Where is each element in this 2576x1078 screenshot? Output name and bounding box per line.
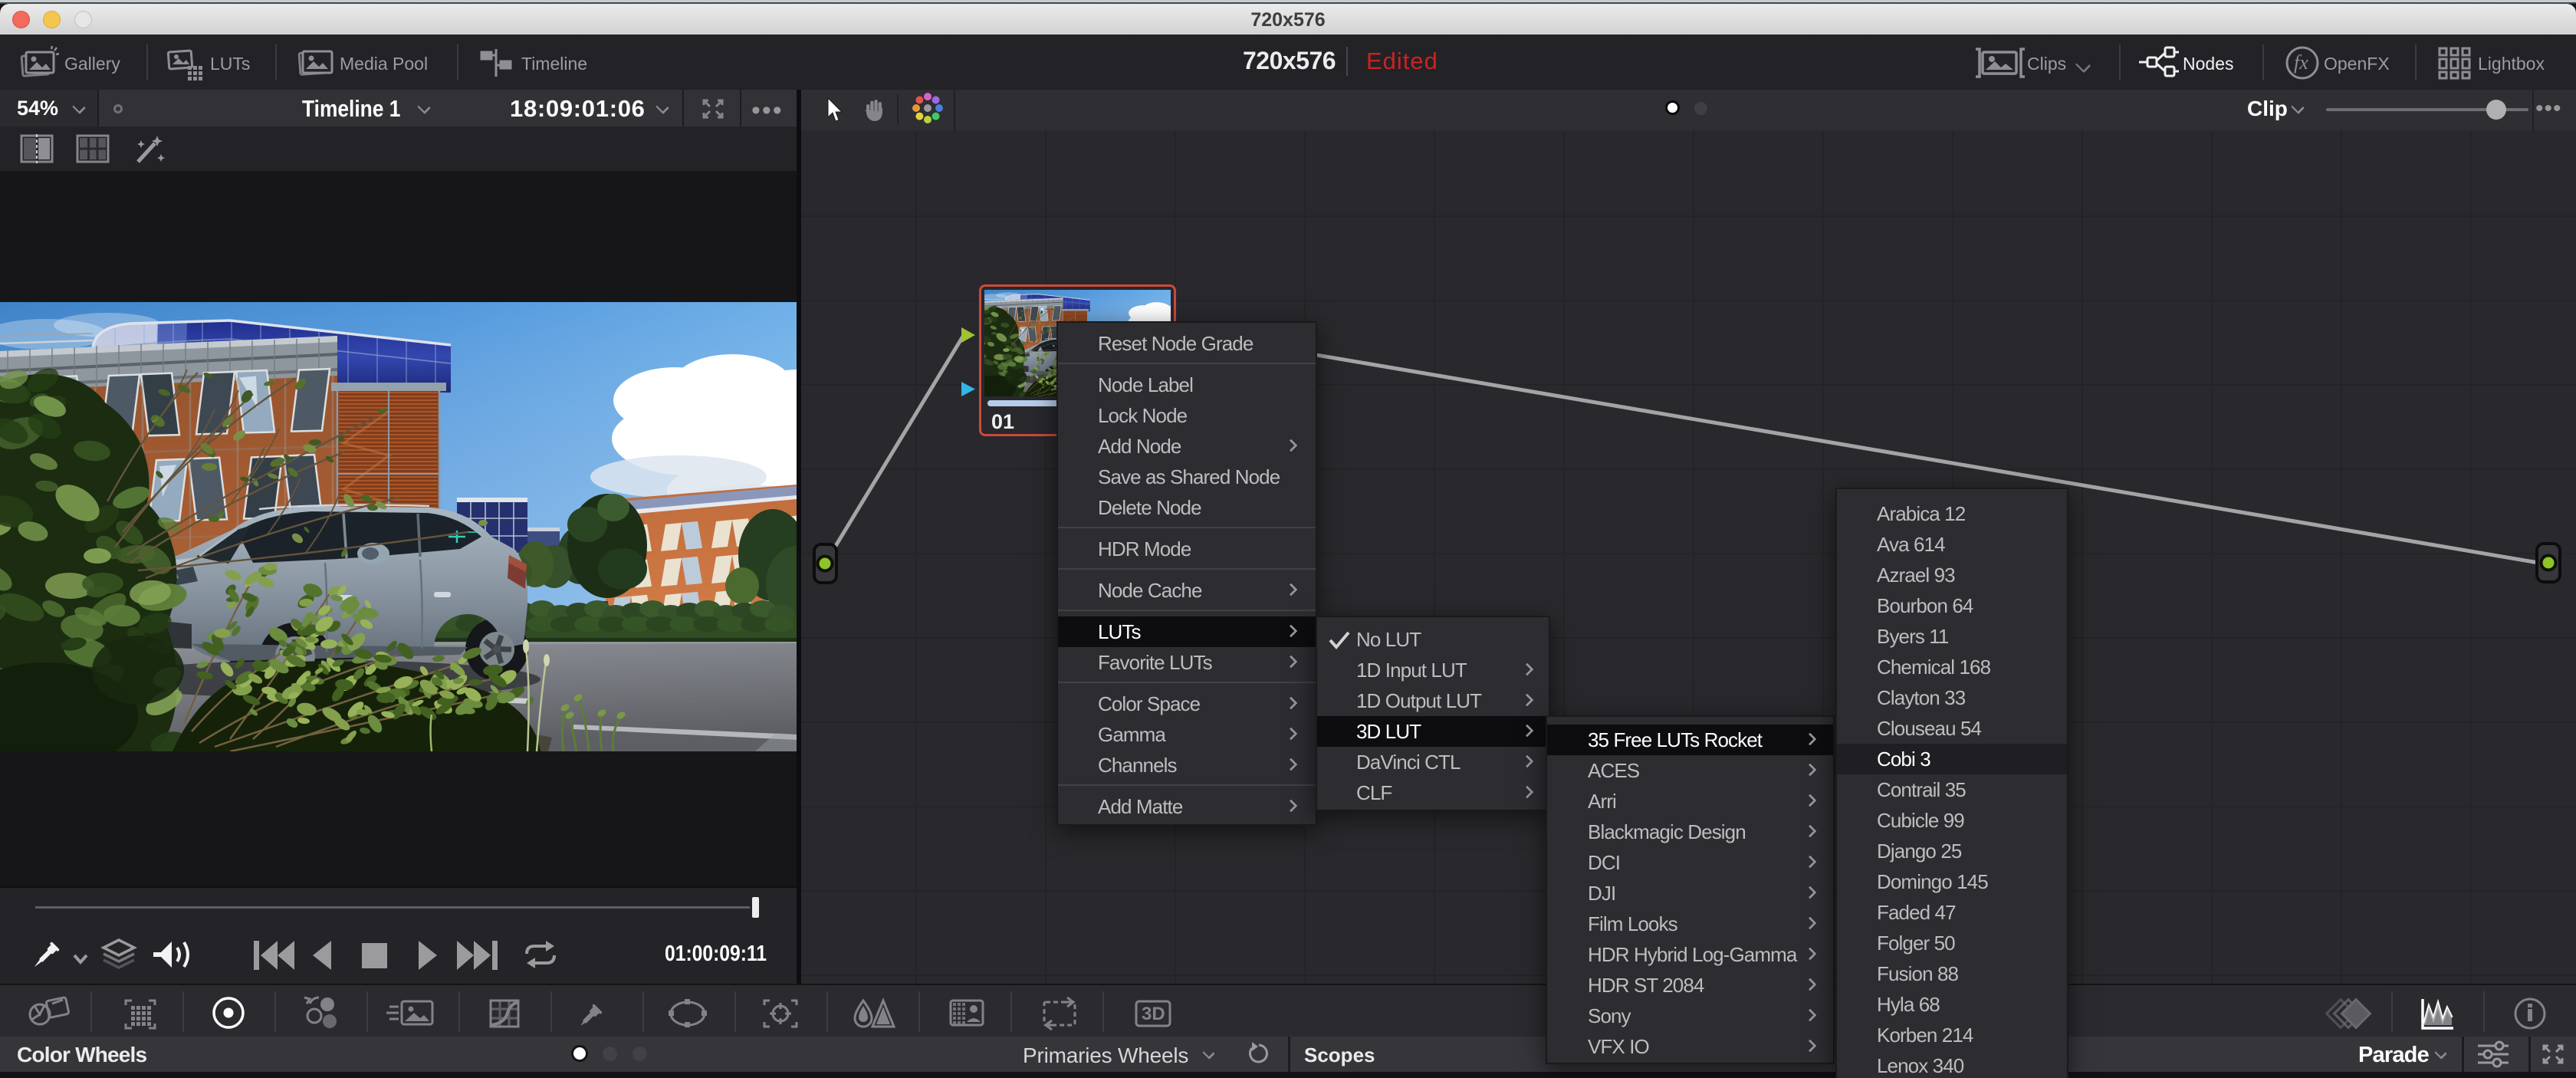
svg-text:3D: 3D bbox=[1142, 1004, 1165, 1024]
svg-text:fx: fx bbox=[2294, 51, 2308, 74]
